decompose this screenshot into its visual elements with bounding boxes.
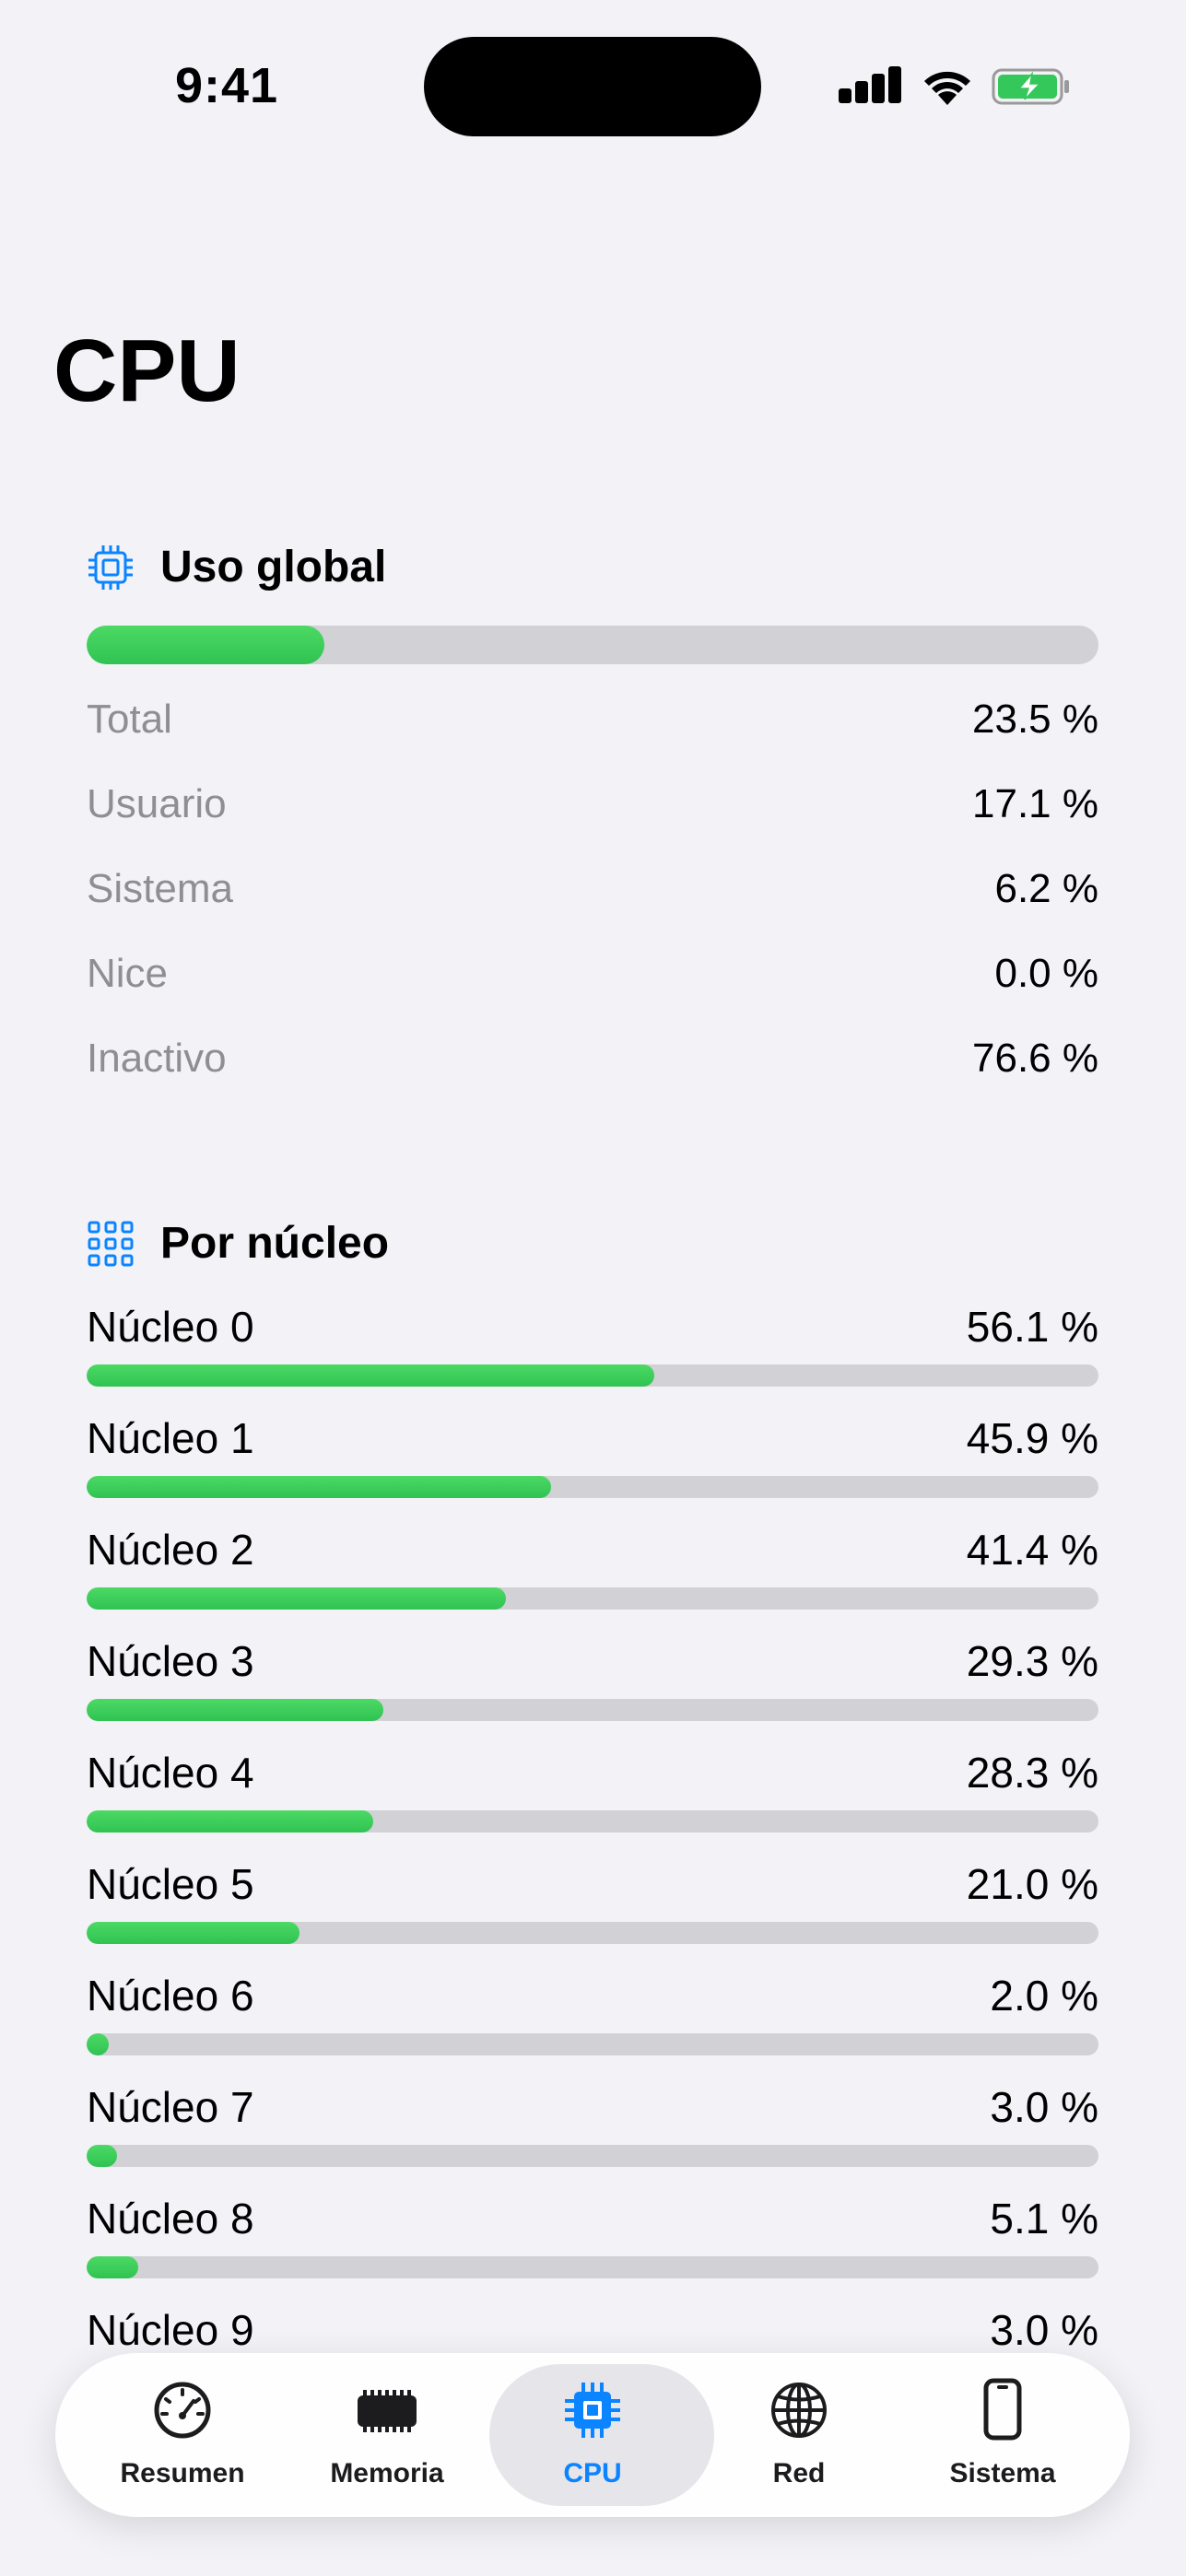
status-time: 9:41	[175, 58, 279, 113]
usage-row-sistema: Sistema 6.2 %	[87, 866, 1098, 921]
usage-row-label: Inactivo	[87, 1036, 227, 1081]
global-usage-title: Uso global	[160, 543, 387, 591]
tab-label: Red	[772, 2458, 826, 2488]
usage-row-value: 17.1 %	[972, 781, 1098, 826]
usage-row-label: Nice	[87, 951, 169, 996]
core-row-8: Núcleo 8 5.1 %	[87, 2194, 1098, 2249]
tab-label: Resumen	[120, 2458, 245, 2488]
usage-row-label: Usuario	[87, 781, 227, 826]
tab-bar: Resumen Memoria CPU Red Sistema	[55, 2353, 1130, 2517]
core-usage-bar-fill	[87, 1922, 299, 1944]
core-usage-bar	[87, 1476, 1098, 1498]
page-title: CPU	[53, 322, 241, 420]
usage-row-value: 76.6 %	[972, 1036, 1098, 1081]
core-usage-bar-fill	[87, 2256, 138, 2278]
usage-row-value: 0.0 %	[994, 951, 1098, 996]
core-value: 28.3 %	[966, 1749, 1098, 1797]
core-label: Núcleo 6	[87, 1972, 254, 2020]
core-usage-bar-fill	[87, 1587, 506, 1610]
core-value: 29.3 %	[966, 1637, 1098, 1685]
usage-row-usuario: Usuario 17.1 %	[87, 781, 1098, 837]
usage-row-value: 6.2 %	[994, 866, 1098, 911]
tab-memoria[interactable]: Memoria	[286, 2353, 488, 2517]
core-label: Núcleo 4	[87, 1749, 254, 1797]
core-usage-bar-fill	[87, 1699, 383, 1721]
core-usage-bar	[87, 2145, 1098, 2167]
core-value: 41.4 %	[966, 1526, 1098, 1574]
core-label: Núcleo 0	[87, 1303, 254, 1351]
tab-label: CPU	[563, 2458, 622, 2488]
tab-label: Memoria	[330, 2458, 444, 2488]
core-usage-bar	[87, 1364, 1098, 1387]
tab-label: Sistema	[949, 2458, 1056, 2488]
global-usage-header: Uso global	[87, 542, 386, 592]
core-usage-bar	[87, 2033, 1098, 2055]
usage-row-nice: Nice 0.0 %	[87, 951, 1098, 1006]
tab-red[interactable]: Red	[698, 2353, 900, 2517]
core-usage-bar-fill	[87, 2033, 110, 2055]
tab-sistema[interactable]: Sistema	[901, 2353, 1104, 2517]
wifi-icon	[924, 71, 970, 105]
core-value: 2.0 %	[990, 1972, 1098, 2020]
core-label: Núcleo 9	[87, 2306, 254, 2354]
per-core-header: Por núcleo	[87, 1218, 389, 1269]
usage-row-value: 23.5 %	[972, 697, 1098, 742]
core-usage-bar-fill	[87, 1810, 373, 1832]
dynamic-island	[424, 37, 761, 136]
core-usage-bar	[87, 1810, 1098, 1832]
global-usage-bar-fill	[87, 626, 325, 664]
core-row-4: Núcleo 4 28.3 %	[87, 1748, 1098, 1803]
usage-row-total: Total 23.5 %	[87, 697, 1098, 752]
core-row-6: Núcleo 6 2.0 %	[87, 1971, 1098, 2026]
grid-icon	[88, 1221, 134, 1266]
core-usage-bar-fill	[87, 1476, 551, 1498]
core-label: Núcleo 5	[87, 1860, 254, 1908]
core-usage-bar	[87, 2256, 1098, 2278]
status-icons	[839, 64, 1078, 111]
core-label: Núcleo 8	[87, 2195, 254, 2242]
core-value: 45.9 %	[966, 1414, 1098, 1462]
usage-row-inactivo: Inactivo 76.6 %	[87, 1036, 1098, 1091]
global-usage-bar	[87, 626, 1098, 664]
core-row-9: Núcleo 9 3.0 %	[87, 2305, 1098, 2360]
core-value: 5.1 %	[990, 2195, 1098, 2242]
cpu-icon	[565, 2383, 620, 2438]
per-core-title: Por núcleo	[160, 1219, 390, 1268]
usage-row-label: Total	[87, 697, 172, 742]
tab-cpu[interactable]: CPU	[489, 2353, 714, 2517]
cellular-signal-icon	[839, 64, 903, 107]
core-label: Núcleo 3	[87, 1637, 254, 1685]
usage-row-label: Sistema	[87, 866, 233, 911]
core-value: 21.0 %	[966, 1860, 1098, 1908]
memory-chip-icon	[358, 2390, 417, 2432]
tab-resumen[interactable]: Resumen	[81, 2353, 284, 2517]
phone-icon	[983, 2378, 1022, 2441]
speedometer-icon	[154, 2382, 211, 2439]
core-value: 3.0 %	[990, 2083, 1098, 2131]
core-row-0: Núcleo 0 56.1 %	[87, 1302, 1098, 1357]
battery-charging-icon	[992, 68, 1069, 105]
core-row-7: Núcleo 7 3.0 %	[87, 2082, 1098, 2137]
core-value: 3.0 %	[990, 2306, 1098, 2354]
cpu-icon	[88, 544, 133, 590]
globe-icon	[771, 2383, 827, 2438]
core-row-2: Núcleo 2 41.4 %	[87, 1525, 1098, 1580]
core-label: Núcleo 1	[87, 1414, 254, 1462]
core-label: Núcleo 2	[87, 1526, 254, 1574]
core-row-5: Núcleo 5 21.0 %	[87, 1859, 1098, 1914]
core-usage-bar-fill	[87, 1364, 654, 1387]
core-usage-bar	[87, 1699, 1098, 1721]
core-usage-bar-fill	[87, 2145, 117, 2167]
core-usage-bar	[87, 1922, 1098, 1944]
core-row-1: Núcleo 1 45.9 %	[87, 1413, 1098, 1469]
core-value: 56.1 %	[966, 1303, 1098, 1351]
core-row-3: Núcleo 3 29.3 %	[87, 1636, 1098, 1692]
core-usage-bar	[87, 1587, 1098, 1610]
core-label: Núcleo 7	[87, 2083, 254, 2131]
